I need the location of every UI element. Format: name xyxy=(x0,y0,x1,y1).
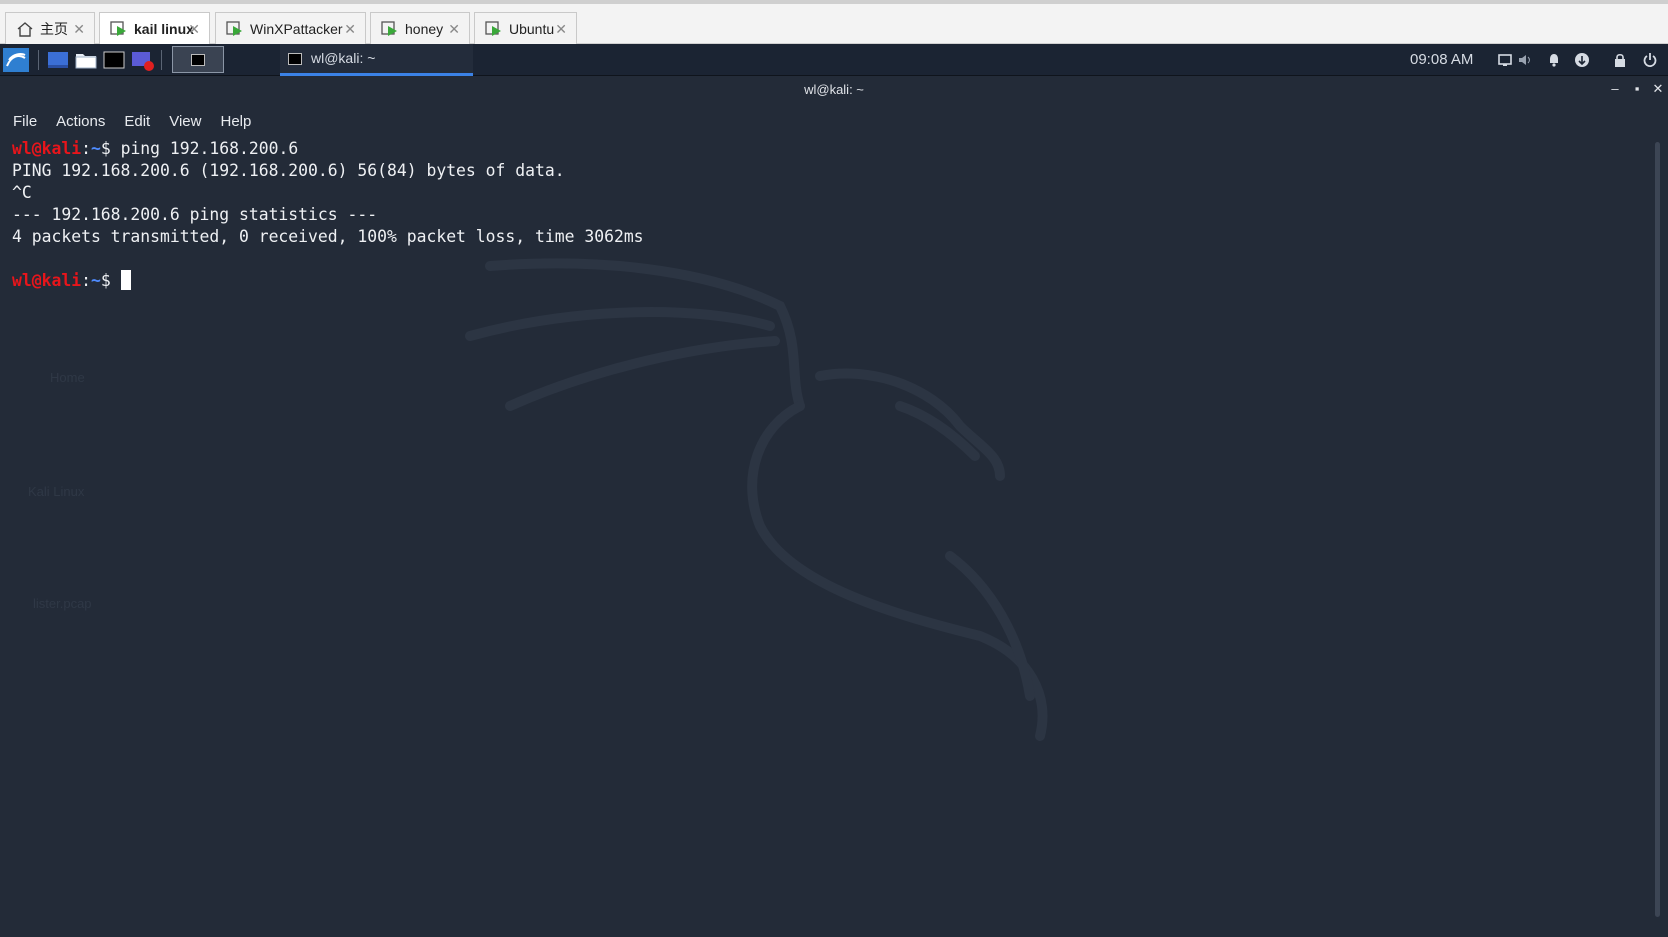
terminal-output[interactable]: wl@kali:~$ ping 192.168.200.6 PING 192.16… xyxy=(12,138,644,292)
close-tab-icon[interactable]: ✕ xyxy=(188,21,200,38)
terminal-output-line: 4 packets transmitted, 0 received, 100% … xyxy=(12,227,644,246)
power-icon[interactable] xyxy=(1642,52,1658,68)
network-icon[interactable] xyxy=(1574,52,1590,68)
maximize-icon[interactable]: ▪ xyxy=(1630,82,1644,96)
vm-tab-strip: 主页 ✕ kail linux ✕ WinXPattacker ✕ honey … xyxy=(0,0,1668,44)
taskbar-item-terminal[interactable]: wl@kali: ~ xyxy=(280,44,473,76)
home-icon xyxy=(17,21,33,37)
panel-separator xyxy=(38,50,39,70)
menu-actions[interactable]: Actions xyxy=(56,113,105,130)
terminal-window-thumb-icon xyxy=(191,54,205,66)
terminal-scrollbar[interactable] xyxy=(1655,142,1660,917)
vm-tab-label: kail linux xyxy=(134,20,194,37)
terminal-output-line: --- 192.168.200.6 ping statistics --- xyxy=(12,205,378,224)
prompt-user: wl@kali xyxy=(12,139,82,158)
panel-separator xyxy=(161,50,162,70)
workspace-1-button[interactable] xyxy=(172,46,224,73)
terminal-app-icon[interactable] xyxy=(103,48,125,72)
vm-tab-label: honey xyxy=(405,20,444,37)
minimize-icon[interactable]: – xyxy=(1608,82,1622,96)
display-icon[interactable] xyxy=(1497,52,1513,68)
vm-tab-label: Ubuntu xyxy=(509,20,555,37)
vm-tab-home[interactable]: 主页 ✕ xyxy=(5,12,95,44)
kali-top-panel: wl@kali: ~ 09:08 AM xyxy=(0,44,1668,76)
prompt-path: ~ xyxy=(90,139,101,158)
typed-command: ping 192.168.200.6 xyxy=(110,139,299,158)
prompt-dollar: $ xyxy=(100,139,111,158)
volume-icon[interactable] xyxy=(1517,52,1533,68)
close-tab-icon[interactable]: ✕ xyxy=(73,21,85,38)
menu-view[interactable]: View xyxy=(169,113,201,130)
terminal-output-line: ^C xyxy=(12,183,32,202)
terminal-window-icon xyxy=(288,53,302,65)
window-title: wl@kali: ~ xyxy=(804,82,864,97)
lock-icon[interactable] xyxy=(1612,52,1628,68)
prompt-user: wl@kali xyxy=(12,271,82,290)
menu-bar: File Actions Edit View Help xyxy=(0,104,270,138)
prompt-path: ~ xyxy=(90,271,101,290)
prompt-sep: : xyxy=(81,271,91,290)
vm-play-icon xyxy=(226,20,242,36)
terminal-window: Home Kali Linux lister.pcap wl@kali: ~ –… xyxy=(0,76,1668,937)
notification-bell-icon[interactable] xyxy=(1546,52,1562,68)
taskbar-item-label: wl@kali: ~ xyxy=(311,50,376,66)
screen-record-icon[interactable] xyxy=(131,48,155,72)
vm-play-icon xyxy=(110,20,126,36)
desktop-pcap-ghost: lister.pcap xyxy=(33,596,92,611)
vm-tab-label: WinXPattacker xyxy=(250,20,343,37)
terminal-line-prompt: wl@kali:~$ xyxy=(12,270,644,292)
text-cursor xyxy=(120,270,131,290)
desktop-home-ghost: Home xyxy=(50,370,85,385)
workspace-icon[interactable] xyxy=(47,48,69,72)
prompt-dollar: $ xyxy=(100,271,111,290)
close-tab-icon[interactable]: ✕ xyxy=(555,21,567,38)
prompt-sep: : xyxy=(81,139,91,158)
vm-play-icon xyxy=(485,20,501,36)
panel-clock[interactable]: 09:08 AM xyxy=(1410,51,1473,68)
menu-help[interactable]: Help xyxy=(220,113,251,130)
menu-file[interactable]: File xyxy=(13,113,37,130)
close-tab-icon[interactable]: ✕ xyxy=(344,21,356,38)
vm-tab-label: 主页 xyxy=(40,20,68,37)
file-manager-icon[interactable] xyxy=(75,48,97,72)
vm-tab-ubuntu[interactable]: Ubuntu ✕ xyxy=(474,12,577,44)
vm-tab-kail-linux[interactable]: kail linux ✕ xyxy=(99,12,210,44)
vm-play-icon xyxy=(381,20,397,36)
vm-tab-winxpattacker[interactable]: WinXPattacker ✕ xyxy=(215,12,366,44)
close-tab-icon[interactable]: ✕ xyxy=(448,21,460,38)
desktop-kali-ghost: Kali Linux xyxy=(28,484,85,499)
kali-menu-icon[interactable] xyxy=(3,48,29,72)
terminal-output-line: PING 192.168.200.6 (192.168.200.6) 56(84… xyxy=(12,161,565,180)
menu-edit[interactable]: Edit xyxy=(124,113,150,130)
vm-tab-honey[interactable]: honey ✕ xyxy=(370,12,470,44)
terminal-line-command: wl@kali:~$ ping 192.168.200.6 xyxy=(12,138,644,160)
close-window-icon[interactable]: ✕ xyxy=(1651,82,1665,96)
